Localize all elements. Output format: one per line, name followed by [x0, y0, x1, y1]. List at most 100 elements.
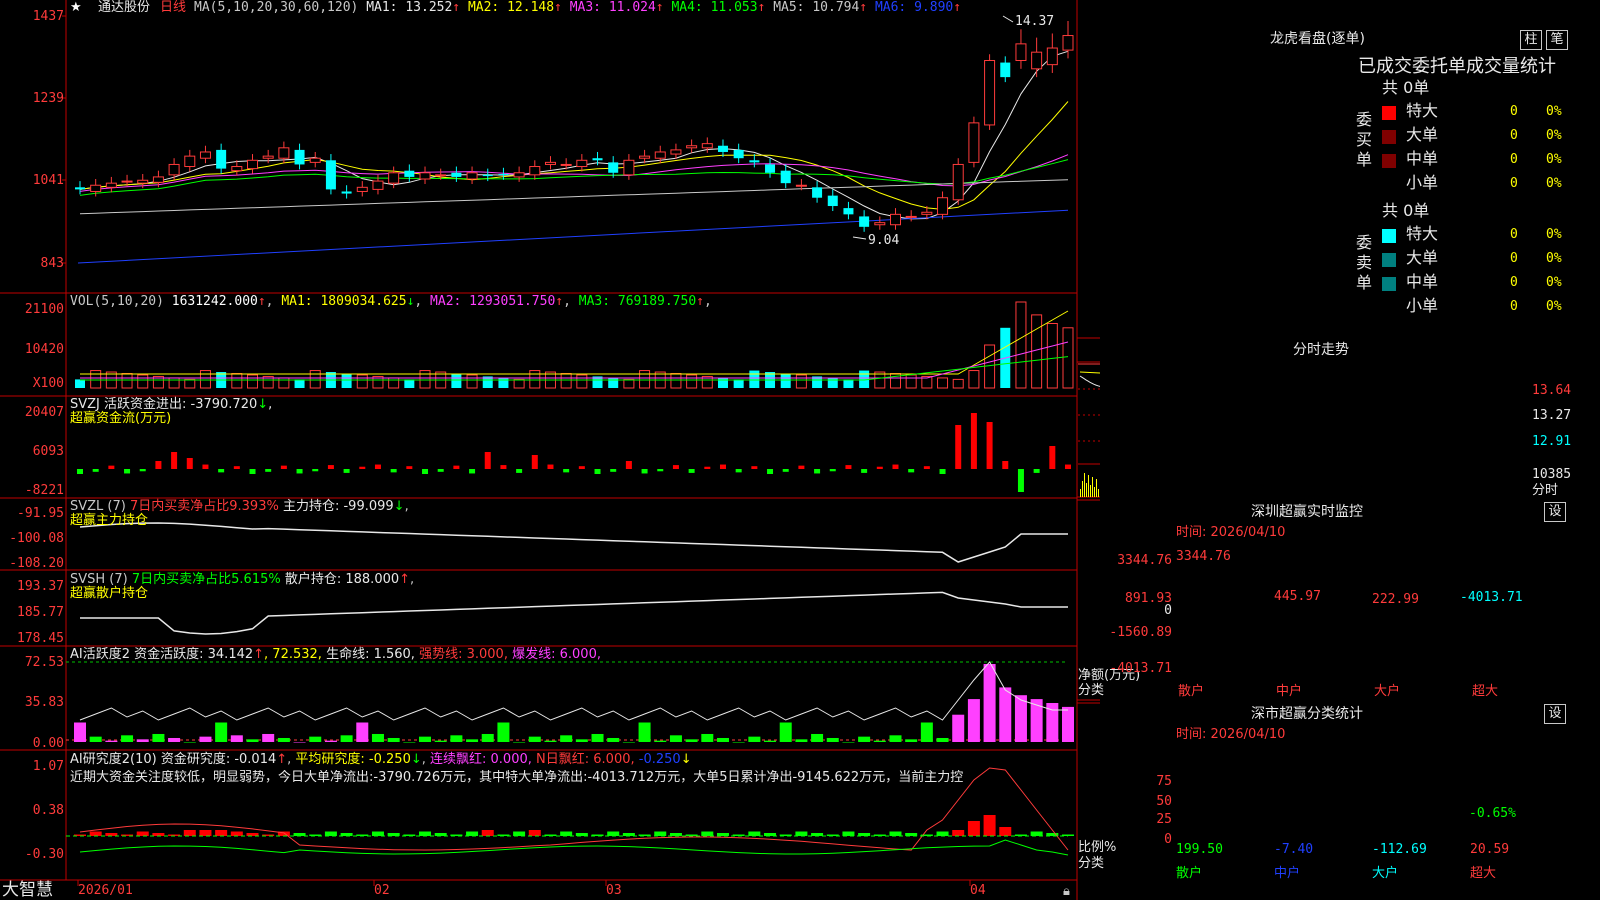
activity-bar — [591, 733, 604, 742]
fund-flow-bar-in — [955, 425, 962, 469]
fund-flow-bar-out — [139, 469, 146, 472]
fund-flow-bar-out — [422, 469, 429, 474]
candle-body-up — [513, 172, 525, 178]
candle-body-up — [701, 143, 713, 149]
order-count: 0 — [1510, 176, 1518, 191]
fund-flow-bar-out — [688, 469, 695, 473]
intraday-vol-bar — [1086, 483, 1087, 497]
monitor-title: 深圳超赢实时监控 — [1251, 504, 1363, 520]
monitor-settings-button[interactable]: 设 — [1544, 502, 1566, 522]
intraday-vol-bar — [1082, 481, 1083, 497]
intraday-axis-label: 12.91 — [1532, 434, 1572, 449]
volume-bar-down — [733, 379, 744, 388]
axis-label: -108.20 — [9, 556, 64, 571]
axis-label: 843 — [40, 256, 64, 271]
legend-swatch — [1382, 154, 1396, 168]
activity-bar — [1014, 695, 1027, 742]
fund-flow-bar-in — [751, 466, 758, 469]
star-icon[interactable]: ★ — [70, 0, 82, 15]
tick-mode-button[interactable]: 笔 — [1546, 30, 1568, 50]
candle-body-down — [780, 170, 791, 184]
candle-body-up — [90, 184, 102, 192]
monitor-axis-label: -1560.89 — [1109, 625, 1172, 640]
axis-label: -100.08 — [9, 531, 64, 546]
activity-bar — [622, 742, 635, 743]
activity-bar — [779, 722, 792, 742]
candle-body-up — [356, 186, 368, 192]
fund-flow-bar-out — [312, 469, 319, 472]
research-bar — [967, 821, 980, 836]
period-label[interactable]: 日线 — [160, 0, 186, 15]
volume-bar-down — [843, 379, 854, 388]
activity-bar — [277, 737, 290, 742]
research-bar — [199, 830, 212, 836]
research-bar — [607, 831, 620, 836]
activity-bar — [905, 739, 918, 742]
lock-icon[interactable]: 🔒︎ — [1063, 884, 1070, 899]
classify-bar-value: 199.50 — [1176, 842, 1223, 857]
activity-bar — [560, 735, 573, 742]
ma-params: MA(5,10,20,30,60,120) — [194, 0, 359, 15]
fund-flow-bar-in — [578, 466, 585, 469]
axis-label: 10420 — [24, 342, 64, 357]
order-total: 共 0单 — [1382, 201, 1430, 220]
classify-axis-label: 0 — [1164, 832, 1172, 847]
monitor-axis-label: -4013.71 — [1109, 661, 1172, 676]
vol-ma1 — [80, 310, 1069, 375]
candle-body-up — [168, 163, 180, 176]
research-bar — [936, 831, 949, 836]
fund-flow-bar-out — [437, 469, 444, 472]
candle-body-up — [466, 172, 478, 180]
candle-body-up — [435, 174, 447, 177]
monitor-axis-label: 3344.76 — [1117, 553, 1172, 568]
candle-body-up — [952, 163, 964, 201]
order-count: 0 — [1510, 152, 1518, 167]
order-pct: 0% — [1546, 152, 1562, 167]
candle-body-up — [419, 172, 431, 180]
intraday-vol-bar — [1098, 489, 1099, 497]
fund-flow-bar-in — [547, 464, 554, 469]
volume-bar-up — [670, 373, 682, 389]
fund-flow-bar-out — [296, 469, 303, 474]
order-pct: 0% — [1546, 299, 1562, 314]
activity-bar — [1062, 706, 1074, 742]
activity-bar — [152, 733, 165, 742]
activity-bar — [183, 742, 196, 743]
research-bar — [999, 827, 1012, 836]
candle-body-down — [498, 174, 509, 176]
candle-body-up — [152, 176, 164, 183]
axis-label: 35.83 — [24, 695, 64, 710]
classify-settings-button[interactable]: 设 — [1544, 704, 1566, 724]
ma60-line — [79, 179, 1069, 215]
activity-bar — [434, 740, 447, 742]
research-bar — [466, 831, 479, 836]
candle-body-up — [1046, 47, 1058, 66]
order-type: 大单 — [1406, 248, 1439, 267]
axis-label: 21100 — [24, 302, 64, 317]
axis-label: 20407 — [24, 405, 64, 420]
activity-bar — [795, 739, 808, 742]
ma-legend: MA(5,10,20,30,60,120) MA1: 13.252↑ MA2: … — [194, 0, 962, 15]
activity-bar — [999, 687, 1012, 742]
research-bar — [889, 831, 902, 836]
bar-mode-button[interactable]: 柱 — [1520, 30, 1542, 50]
fund-flow-bar-in — [359, 466, 366, 469]
candle-body-up — [795, 184, 807, 187]
order-total: 共 0单 — [1382, 78, 1430, 97]
volume-bar-up — [247, 374, 259, 389]
volume-bar-up — [560, 373, 572, 389]
classify-axis-label: 50 — [1156, 794, 1172, 809]
fund-flow-bar-out — [218, 469, 225, 473]
candle-body-up — [1015, 43, 1027, 61]
fund-flow-bar-out — [782, 469, 789, 472]
high-arrow — [1002, 15, 1014, 23]
volume-bar-up — [121, 373, 133, 389]
candle-body-up — [576, 159, 588, 168]
activity-bar — [842, 742, 855, 743]
candle-body-down — [1000, 62, 1011, 78]
axis-label: 72.53 — [24, 655, 64, 670]
fund-flow-bar-in — [704, 466, 711, 469]
ma-legend-item: MA1: 13.252 — [366, 0, 453, 15]
activity-bar — [983, 664, 996, 742]
volume-bar-up — [686, 374, 698, 389]
